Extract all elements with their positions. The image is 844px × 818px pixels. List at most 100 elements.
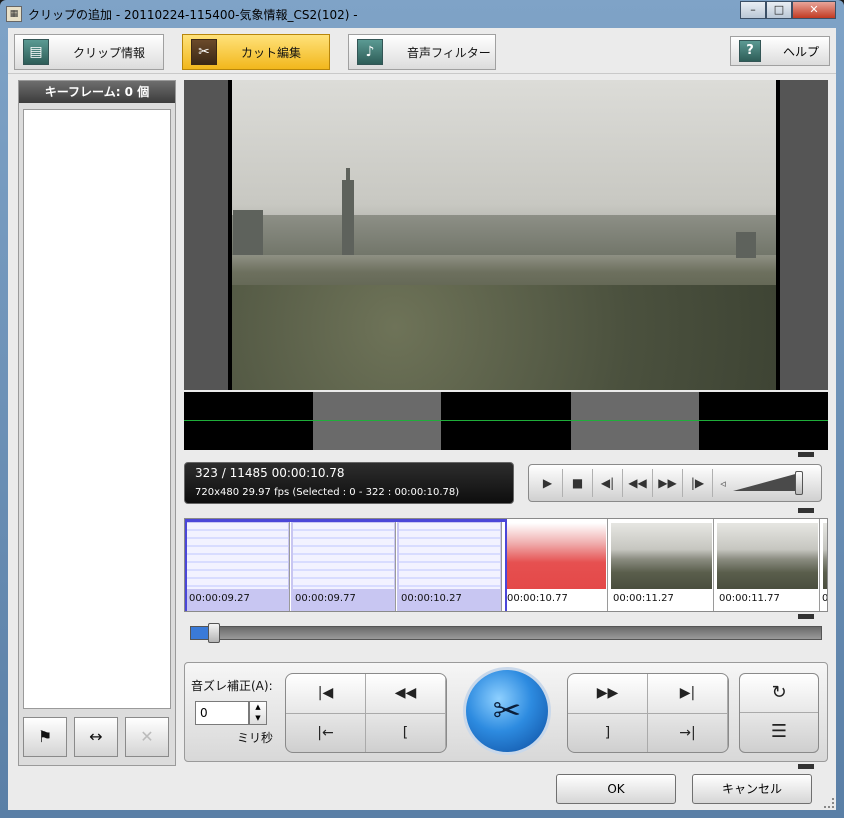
go-to-end-icon: ▶| — [679, 685, 696, 701]
filmstrip-timecode: 00:00:11.77 — [719, 593, 780, 604]
frame-info-display: 323 / 11485 00:00:10.78 720x480 29.97 fp… — [184, 462, 514, 504]
audio-waveform — [184, 392, 828, 450]
audio-sync-input[interactable]: 0 — [195, 701, 249, 725]
title-bar: ▦ クリップの追加 - 20110224-115400-気象情報_CS2(102… — [0, 0, 844, 28]
speaker-icon: ◃ — [720, 476, 726, 490]
filmstrip-thumbnail — [505, 523, 606, 589]
cut-scissors-icon: ✂ — [492, 691, 522, 731]
filmstrip-thumbnail — [823, 523, 827, 589]
keyframe-tools: ⚑ ↔ ✕ — [23, 717, 176, 757]
filmstrip-item[interactable]: 00:00:10.77 — [503, 519, 608, 611]
undo-button[interactable]: ↻ — [740, 674, 818, 713]
start-controls: |◀ ◀◀ |← [ — [285, 673, 447, 753]
video-tower-spire — [346, 168, 350, 182]
step-forward-button[interactable]: |▶ — [683, 469, 713, 497]
tab-audio-filter[interactable]: ♪ 音声フィルター — [348, 34, 496, 70]
split-button[interactable]: ↔ — [74, 717, 118, 757]
video-tower — [342, 180, 354, 255]
help-button[interactable]: ? ヘルプ — [730, 36, 830, 66]
seek-bar[interactable] — [190, 623, 822, 643]
ok-button[interactable]: OK — [556, 774, 676, 804]
seek-thumb[interactable] — [208, 623, 220, 643]
splitter-handle[interactable] — [798, 508, 814, 513]
filmstrip-item[interactable]: 00:00:11.77 — [715, 519, 820, 611]
document-icon: ▤ — [23, 39, 49, 65]
seek-selection — [191, 627, 208, 639]
go-to-end-button[interactable]: ▶| — [648, 674, 728, 714]
previous-keyframe-icon: ◀◀ — [394, 685, 417, 701]
rewind-button[interactable]: ◀◀ — [623, 469, 653, 497]
stop-button[interactable]: ■ — [563, 469, 593, 497]
tab-cut-edit[interactable]: ✂ カット編集 — [182, 34, 330, 70]
select-end-button[interactable]: ] — [568, 714, 648, 752]
video-building — [233, 210, 263, 255]
undo-icon: ↻ — [771, 682, 787, 703]
fast-forward-button[interactable]: ▶▶ — [653, 469, 683, 497]
splitter-handle[interactable] — [798, 614, 814, 619]
waveform-segment — [571, 392, 699, 450]
go-to-start-icon: |◀ — [317, 685, 334, 701]
fast-forward-icon: ▶▶ — [658, 476, 677, 490]
select-end-icon: ] — [604, 725, 611, 741]
filmstrip-item[interactable]: 0 — [821, 519, 828, 611]
delete-keyframe-button[interactable]: ✕ — [125, 717, 169, 757]
step-back-button[interactable]: ◀| — [593, 469, 623, 497]
cut-button[interactable]: ✂ — [463, 667, 551, 755]
help-label: ヘルプ — [783, 44, 820, 59]
waveform-segment — [313, 392, 441, 450]
select-start-icon: [ — [402, 725, 409, 741]
stop-icon: ■ — [571, 476, 584, 490]
side-controls: ↻ ☰ — [739, 673, 819, 753]
set-end-icon: →| — [679, 725, 696, 741]
splitter-handle[interactable] — [798, 764, 814, 769]
end-controls: ▶▶ ▶| ] →| — [567, 673, 729, 753]
music-note-icon: ♪ — [357, 39, 383, 65]
selection-range-frame — [185, 519, 507, 611]
step-forward-icon: |▶ — [690, 476, 705, 490]
dialog-window: ▦ クリップの追加 - 20110224-115400-気象情報_CS2(102… — [0, 0, 844, 818]
filmstrip-item[interactable]: 00:00:11.27 — [609, 519, 714, 611]
play-icon: ▶ — [542, 476, 553, 490]
tab-clip-info[interactable]: ▤ クリップ情報 — [14, 34, 164, 70]
add-keyframe-button[interactable]: ⚑ — [23, 717, 67, 757]
next-keyframe-button[interactable]: ▶▶ — [568, 674, 648, 714]
set-start-button[interactable]: |← — [286, 714, 366, 752]
volume-slider[interactable] — [733, 471, 803, 495]
spin-up-icon: ▲ — [255, 703, 261, 711]
filmstrip-timecode: 0 — [822, 593, 828, 604]
resize-grip[interactable] — [824, 798, 834, 808]
previous-keyframe-button[interactable]: ◀◀ — [366, 674, 446, 714]
keyframe-panel: キーフレーム: 0 個 ⚑ ↔ ✕ — [18, 80, 176, 766]
volume-knob[interactable] — [795, 471, 803, 495]
frame-position: 323 / 11485 00:00:10.78 — [195, 466, 345, 480]
go-to-start-button[interactable]: |◀ — [286, 674, 366, 714]
scissors-icon: ✂ — [191, 39, 217, 65]
close-button[interactable]: ✕ — [792, 1, 836, 19]
flag-icon: ⚑ — [37, 727, 53, 746]
edit-list-button[interactable]: ☰ — [740, 713, 818, 752]
filmstrip-thumbnail — [717, 523, 818, 589]
video-format-info: 720x480 29.97 fps (Selected : 0 - 322 : … — [195, 487, 460, 498]
audio-sync-label: 音ズレ補正(A): — [191, 679, 273, 693]
video-frame — [228, 80, 780, 390]
audio-sync-unit: ミリ秒 — [237, 731, 274, 745]
select-start-button[interactable]: [ — [366, 714, 446, 752]
edit-list-icon: ☰ — [770, 721, 788, 742]
window-controls: – □ ✕ — [740, 1, 836, 19]
filmstrip-thumbnail — [611, 523, 712, 589]
transport-controls: ▶ ■ ◀| ◀◀ ▶▶ |▶ ◃ — [528, 464, 822, 502]
minimize-button[interactable]: – — [740, 1, 766, 19]
keyframe-list[interactable] — [23, 109, 171, 709]
maximize-button[interactable]: □ — [766, 1, 792, 19]
set-end-button[interactable]: →| — [648, 714, 728, 752]
play-button[interactable]: ▶ — [533, 469, 563, 497]
split-arrows-icon: ↔ — [89, 727, 103, 746]
cancel-button[interactable]: キャンセル — [692, 774, 812, 804]
question-icon: ? — [739, 40, 761, 62]
audio-sync-spinner[interactable]: ▲ ▼ — [249, 701, 267, 725]
cut-edit-panel: 音ズレ補正(A): 0 ▲ ▼ ミリ秒 |◀ ◀◀ |← [ ✂ ▶▶ ▶| ]… — [184, 662, 828, 762]
waveform-line — [184, 420, 828, 421]
filmstrip: 00:00:09.27 00:00:09.77 00:00:10.27 00:0… — [184, 518, 828, 612]
tab-label: クリップ情報 — [73, 45, 146, 60]
splitter-handle[interactable] — [798, 452, 814, 457]
